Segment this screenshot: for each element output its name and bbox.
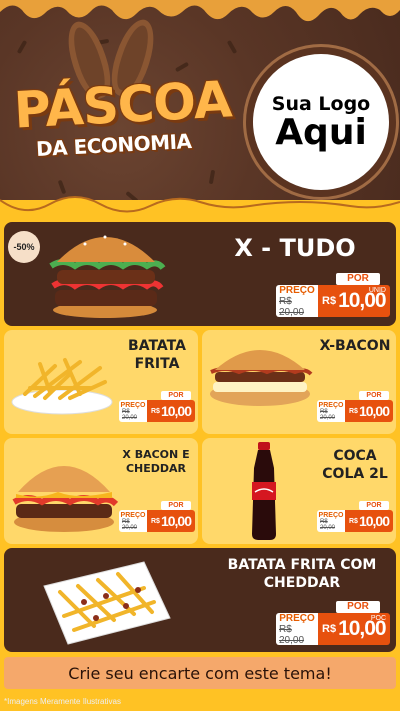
old-price: R$ 20,00 <box>279 295 305 318</box>
sprinkle <box>226 39 238 55</box>
product-name: X - TUDO <box>234 234 356 262</box>
por-label: POR <box>359 501 389 510</box>
old-price-box: PREÇO R$ 20,00 <box>276 284 318 318</box>
por-label: POR <box>359 391 389 400</box>
price-tag: POR PREÇO R$ 20,00 R$ 10,00 <box>119 501 195 532</box>
unit-label: POC <box>370 615 386 622</box>
price-value: 10,00 <box>358 403 390 419</box>
old-price-box: PREÇO R$ 20,00 <box>119 510 147 532</box>
hero-banner: PÁSCOA DA ECONOMIA Sua Logo Aqui <box>0 0 400 215</box>
old-price: R$ 20,00 <box>279 623 305 646</box>
por-label: POR <box>161 501 191 510</box>
new-price-box: R$ 10,00 <box>345 400 393 422</box>
preco-label: PREÇO <box>120 401 146 409</box>
chocolate-drip <box>0 0 400 22</box>
price-tag: POR PREÇO R$ 20,00 R$ 10,00 <box>317 391 393 422</box>
new-price-box: R$ 10,00 <box>147 400 195 422</box>
price-tag: POR PREÇO R$ 20,00 R$ 10,00 <box>119 391 195 422</box>
product-name: BATATA FRITA <box>128 338 186 372</box>
discount-badge: -50% <box>8 231 40 263</box>
old-price: R$ 20,00 <box>122 518 138 531</box>
wave-divider <box>0 196 400 226</box>
new-price-box: R$ 10,00 POC <box>318 613 390 645</box>
preco-label: PREÇO <box>279 612 315 624</box>
por-label: POR <box>336 601 380 613</box>
burger-icon <box>12 466 119 532</box>
por-label: POR <box>161 391 191 400</box>
fries-icon <box>11 358 113 415</box>
soda-bottle-icon <box>252 442 276 540</box>
preco-label: PREÇO <box>318 511 344 519</box>
cta-banner[interactable]: Crie seu encarte com este tema! <box>4 657 396 689</box>
price-tag: POR PREÇO R$ 20,00 R$ 10,00 <box>317 501 393 532</box>
sprinkle <box>16 39 28 55</box>
currency-label: R$ <box>322 623 337 635</box>
currency-label: R$ <box>322 295 337 307</box>
logo-line2: Aqui <box>275 112 367 153</box>
new-price-box: R$ 10,00 <box>345 510 393 532</box>
price-tag: POR PREÇO R$ 20,00 R$ 10,00 POC <box>276 601 390 646</box>
burger-icon <box>49 235 166 318</box>
por-label: POR <box>336 273 380 285</box>
title-pascoa: PÁSCOA <box>12 70 233 140</box>
preco-label: PREÇO <box>120 511 146 519</box>
currency-label: R$ <box>151 407 160 415</box>
old-price: R$ 20,00 <box>320 408 336 421</box>
fries-tray-icon <box>43 561 171 645</box>
price-value: 10,00 <box>160 513 192 529</box>
sprinkle <box>208 169 216 185</box>
unit-label: UNID <box>368 287 386 294</box>
logo-placeholder: Sua Logo Aqui <box>246 47 396 197</box>
price-tag: POR PREÇO R$ 20,00 R$ 10,00 UNID <box>276 273 390 318</box>
preco-label: PREÇO <box>318 401 344 409</box>
preco-label: PREÇO <box>279 284 315 296</box>
product-name: X-BACON <box>319 338 391 354</box>
currency-label: R$ <box>349 517 358 525</box>
new-price-box: R$ 10,00 UNID <box>318 285 390 317</box>
burger-icon <box>210 350 313 406</box>
old-price-box: PREÇO R$ 20,00 <box>276 612 318 646</box>
footnote: *Imagens Meramente Ilustrativas <box>4 697 121 706</box>
price-value: 10,00 <box>160 403 192 419</box>
old-price: R$ 20,00 <box>122 408 138 421</box>
new-price-box: R$ 10,00 <box>147 510 195 532</box>
old-price: R$ 20,00 <box>320 518 336 531</box>
old-price-box: PREÇO R$ 20,00 <box>317 400 345 422</box>
currency-label: R$ <box>151 517 160 525</box>
product-name: X BACON E CHEDDAR <box>122 448 190 475</box>
sprinkle <box>174 61 190 73</box>
old-price-box: PREÇO R$ 20,00 <box>119 400 147 422</box>
currency-label: R$ <box>349 407 358 415</box>
product-name: COCA COLA 2L <box>322 448 388 482</box>
price-value: 10,00 <box>358 513 390 529</box>
old-price-box: PREÇO R$ 20,00 <box>317 510 345 532</box>
product-name: BATATA FRITA COM CHEDDAR <box>227 557 377 591</box>
